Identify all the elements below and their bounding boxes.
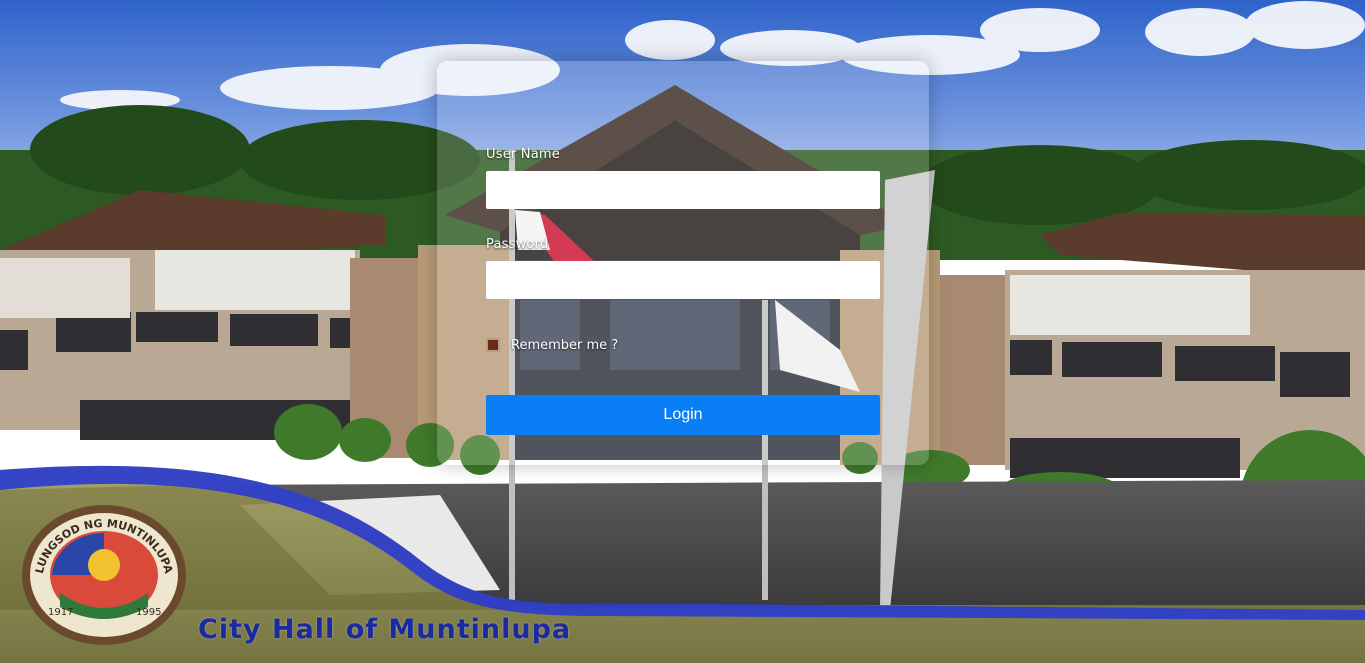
password-label: Password (486, 237, 549, 252)
seal-year-right: 1995 (136, 607, 161, 618)
password-input[interactable] (486, 261, 880, 299)
login-button[interactable]: Login (486, 395, 880, 435)
username-label: User Name (486, 147, 560, 162)
login-form: User Name Password Remember me ? Login (437, 61, 929, 465)
remember-me-label[interactable]: Remember me ? (511, 338, 618, 353)
city-seal-logo: LUNGSOD NG MUNTINLUPA 1917 1995 (22, 505, 186, 645)
login-page: LUNGSOD NG MUNTINLUPA 1917 1995 City Hal… (0, 0, 1365, 663)
footer-title: City Hall of Muntinlupa (198, 614, 572, 645)
username-input[interactable] (486, 171, 880, 209)
remember-me-checkbox[interactable] (486, 338, 500, 352)
seal-year-left: 1917 (48, 607, 73, 618)
